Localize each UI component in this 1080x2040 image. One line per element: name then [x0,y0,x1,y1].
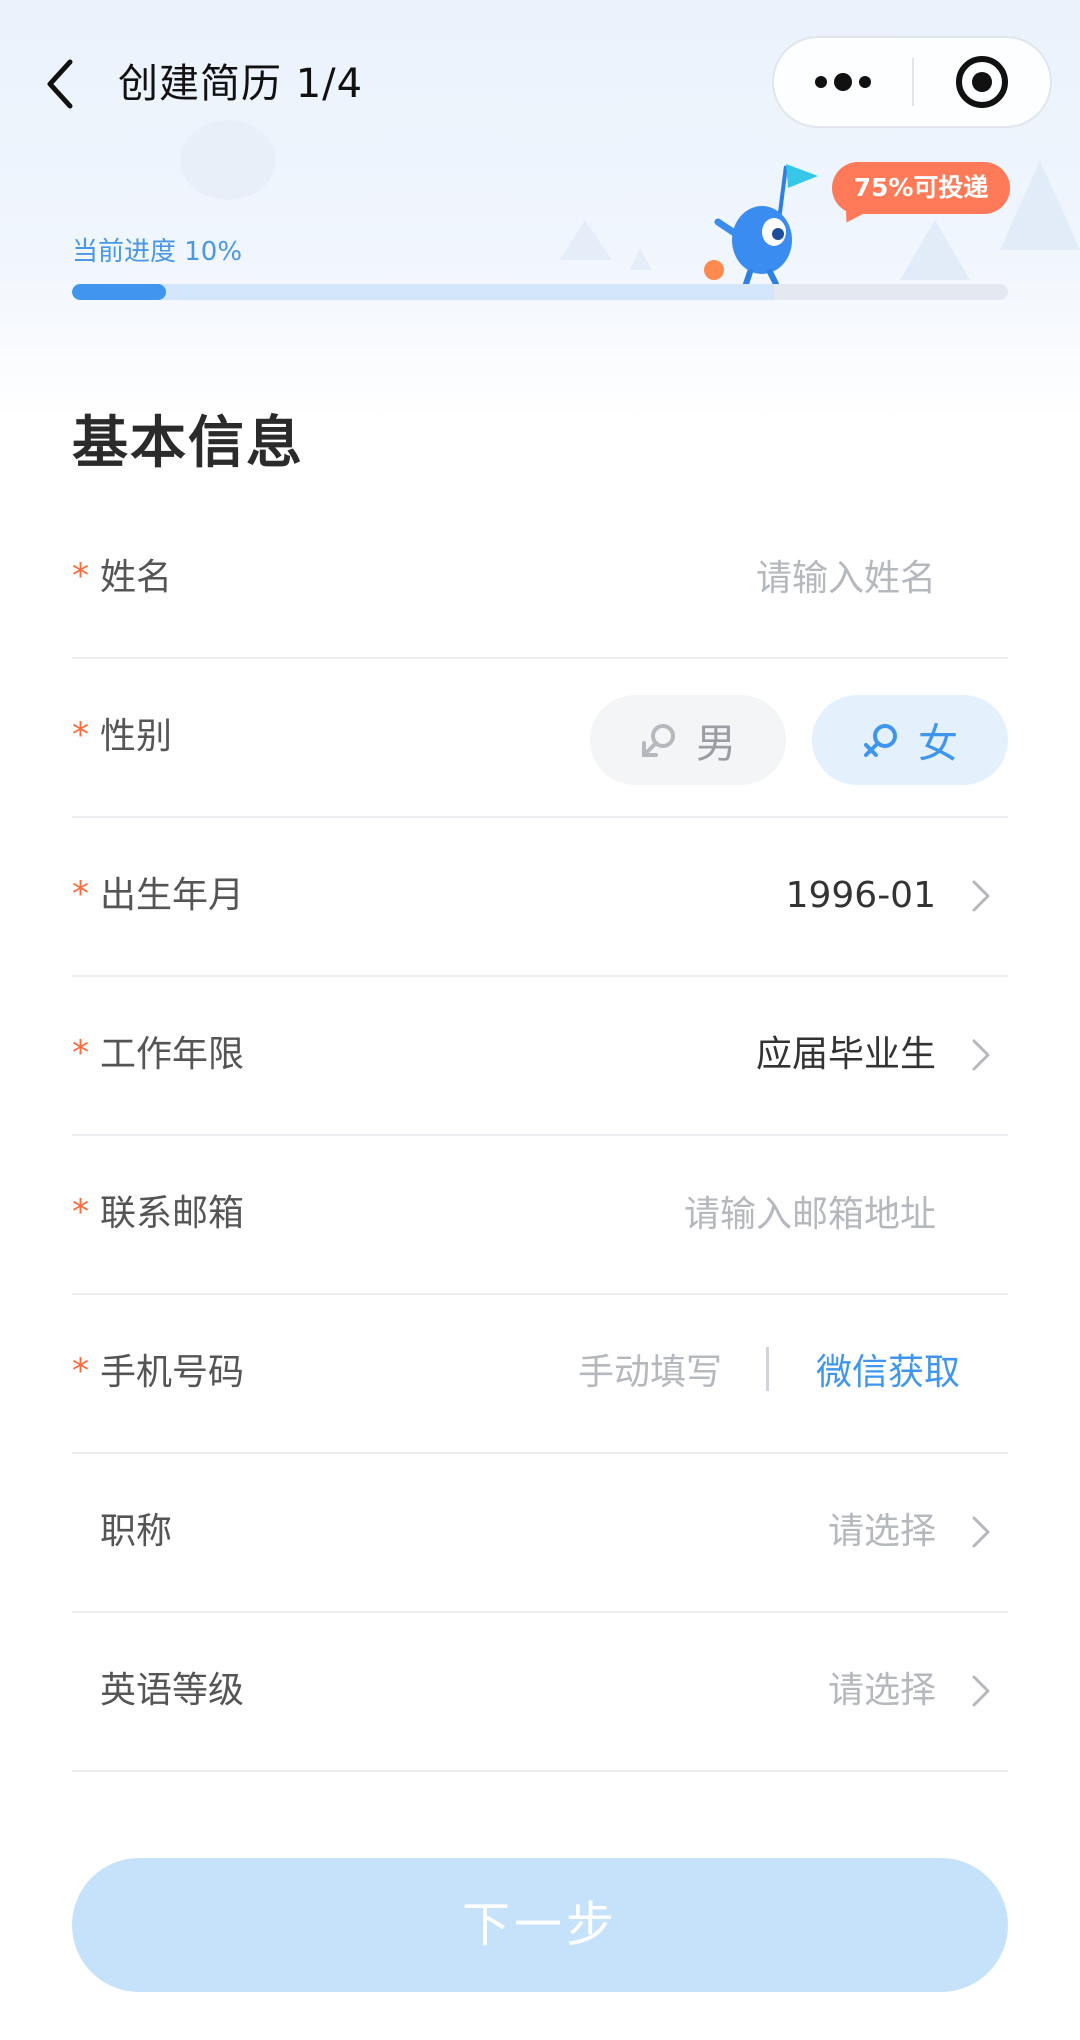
progress-bar [72,284,1008,300]
progress-label: 当前进度 10% [72,237,243,267]
title-label: 职称 [100,1511,173,1552]
target-close-icon [956,56,1008,108]
chevron-left-icon [47,59,73,109]
form-row-phone: * 手机号码 手动填写 微信获取 [72,1295,1008,1454]
gender-female-label: 女 [918,721,958,767]
basic-info-form: * 姓名 * 性别 男 女 [72,500,1008,1772]
gender-female-option[interactable]: 女 [812,695,1008,785]
birth-label: 出生年月 [100,875,245,916]
required-mark: * [72,556,89,596]
next-step-button[interactable]: 下一步 [72,1858,1008,1992]
more-dots-icon [815,73,871,91]
chevron-right-icon [972,1039,990,1071]
form-row-english[interactable]: 英语等级 请选择 [72,1613,1008,1772]
form-row-work-years[interactable]: * 工作年限 应届毕业生 [72,977,1008,1136]
english-placeholder: 请选择 [827,1670,936,1711]
section-title: 基本信息 [72,411,304,476]
required-mark: * [72,1033,89,1073]
gender-label: 性别 [100,716,173,757]
female-symbol-icon [864,724,897,757]
progress-deliverable-zone [72,284,774,300]
phone-divider [766,1347,769,1391]
required-mark: * [72,874,89,914]
gender-male-label: 男 [696,721,736,767]
close-button[interactable] [914,38,1050,126]
required-mark: * [72,715,89,755]
english-label: 英语等级 [100,1670,245,1711]
birth-value: 1996-01 [785,875,936,916]
progress-fill [72,284,166,300]
wechat-phone-button[interactable]: 微信获取 [816,1345,960,1401]
chevron-right-icon [972,1516,990,1548]
back-button[interactable] [32,44,88,124]
email-label: 联系邮箱 [100,1193,245,1234]
form-row-birth[interactable]: * 出生年月 1996-01 [72,818,1008,977]
title-placeholder: 请选择 [827,1511,936,1552]
phone-manual-input[interactable]: 手动填写 [578,1345,722,1401]
page-title: 创建简历 1/4 [118,61,364,107]
form-row-gender: * 性别 男 女 [72,659,1008,818]
male-symbol-icon [642,724,675,757]
form-row-email: * 联系邮箱 [72,1136,1008,1295]
gender-male-option[interactable]: 男 [590,695,786,785]
mini-program-capsule [772,36,1052,128]
work-years-value: 应届毕业生 [755,1034,936,1075]
mascot-flag-icon [704,164,818,284]
email-input[interactable] [416,1182,936,1246]
resume-page: 创建简历 1/4 当前进度 10% 75%可投递 基本信息 * 姓名 请输入姓名… [0,0,1080,2040]
name-input[interactable] [416,546,936,610]
deliverable-badge: 75%可投递 [832,162,1010,214]
chevron-right-icon [972,1675,990,1707]
work-years-label: 工作年限 [100,1034,245,1075]
required-mark: * [72,1351,89,1391]
form-row-name: * 姓名 [72,500,1008,659]
more-button[interactable] [774,38,912,126]
chevron-right-icon [972,880,990,912]
required-mark: * [72,1192,89,1232]
name-label: 姓名 [100,557,173,598]
form-row-title[interactable]: 职称 请选择 [72,1454,1008,1613]
phone-label: 手机号码 [100,1352,245,1393]
